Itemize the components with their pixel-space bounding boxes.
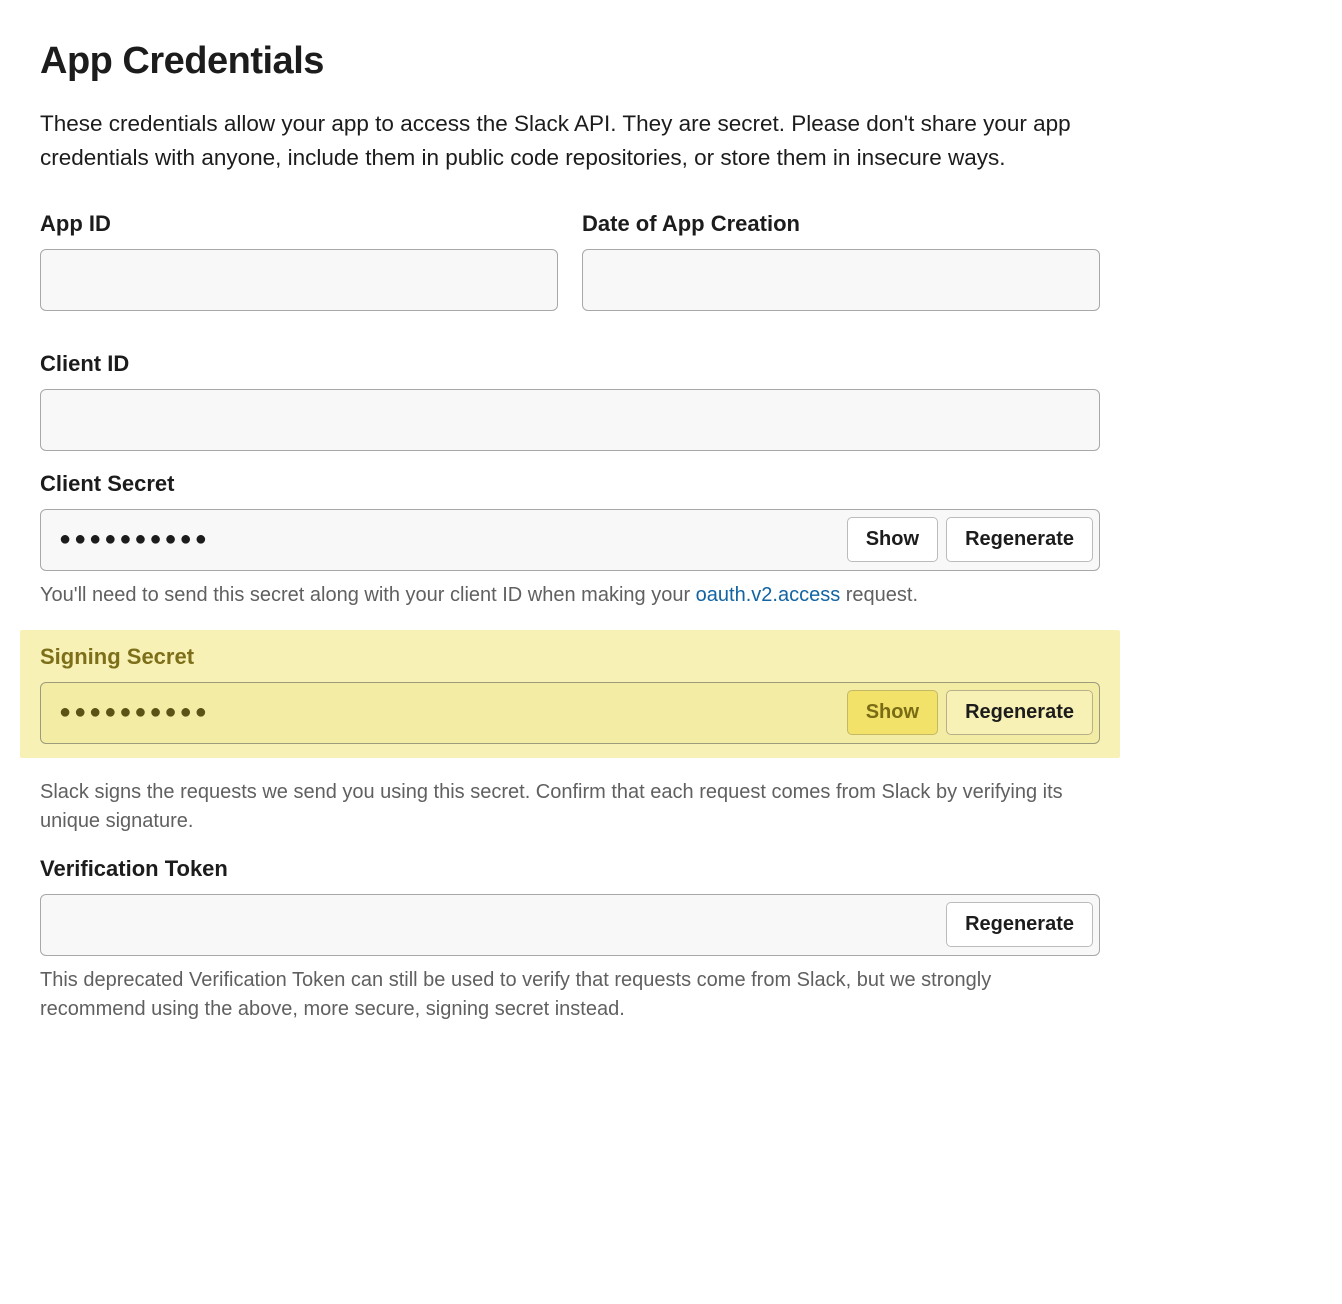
client-id-input[interactable] — [41, 394, 1099, 445]
page-description: These credentials allow your app to acce… — [40, 107, 1100, 175]
verification-token-field-group: Verification Token Regenerate This depre… — [40, 856, 1100, 1024]
signing-secret-masked: ●●●●●●●●●● — [41, 687, 847, 738]
client-secret-field-group: Client Secret ●●●●●●●●●● Show Regenerate… — [40, 471, 1100, 610]
client-id-field-group: Client ID — [40, 351, 1100, 451]
client-secret-help-prefix: You'll need to send this secret along wi… — [40, 584, 696, 606]
signing-secret-help: Slack signs the requests we send you usi… — [40, 778, 1100, 836]
signing-secret-regenerate-button[interactable]: Regenerate — [946, 690, 1093, 735]
client-secret-regenerate-button[interactable]: Regenerate — [946, 517, 1093, 562]
client-secret-label: Client Secret — [40, 471, 1100, 497]
app-id-label: App ID — [40, 211, 558, 237]
client-secret-show-button[interactable]: Show — [847, 517, 938, 562]
client-id-input-wrapper — [40, 389, 1100, 451]
app-id-input-wrapper — [40, 249, 558, 311]
client-id-label: Client ID — [40, 351, 1100, 377]
client-secret-help: You'll need to send this secret along wi… — [40, 581, 1100, 610]
client-secret-input-wrapper: ●●●●●●●●●● Show Regenerate — [40, 509, 1100, 571]
date-creation-input[interactable] — [583, 254, 1099, 305]
signing-secret-field-group: Signing Secret ●●●●●●●●●● Show Regenerat… — [20, 630, 1120, 758]
signing-secret-label: Signing Secret — [40, 644, 1100, 670]
app-id-input[interactable] — [41, 254, 557, 305]
verification-token-input-wrapper: Regenerate — [40, 894, 1100, 956]
signing-secret-input-wrapper: ●●●●●●●●●● Show Regenerate — [40, 682, 1100, 744]
signing-secret-show-button[interactable]: Show — [847, 690, 938, 735]
oauth-access-link[interactable]: oauth.v2.access — [696, 584, 841, 606]
client-secret-help-suffix: request. — [840, 584, 918, 606]
date-creation-input-wrapper — [582, 249, 1100, 311]
date-creation-label: Date of App Creation — [582, 211, 1100, 237]
date-creation-field-group: Date of App Creation — [582, 211, 1100, 311]
signing-secret-buttons: Show Regenerate — [847, 690, 1099, 735]
app-credentials-panel: App Credentials These credentials allow … — [40, 40, 1100, 1024]
verification-token-input[interactable] — [41, 899, 946, 950]
verification-token-help: This deprecated Verification Token can s… — [40, 966, 1100, 1024]
verification-token-regenerate-button[interactable]: Regenerate — [946, 902, 1093, 947]
verification-token-buttons: Regenerate — [946, 902, 1099, 947]
page-title: App Credentials — [40, 40, 1100, 83]
client-secret-buttons: Show Regenerate — [847, 517, 1099, 562]
verification-token-label: Verification Token — [40, 856, 1100, 882]
client-secret-masked: ●●●●●●●●●● — [41, 514, 847, 565]
app-id-field-group: App ID — [40, 211, 558, 311]
